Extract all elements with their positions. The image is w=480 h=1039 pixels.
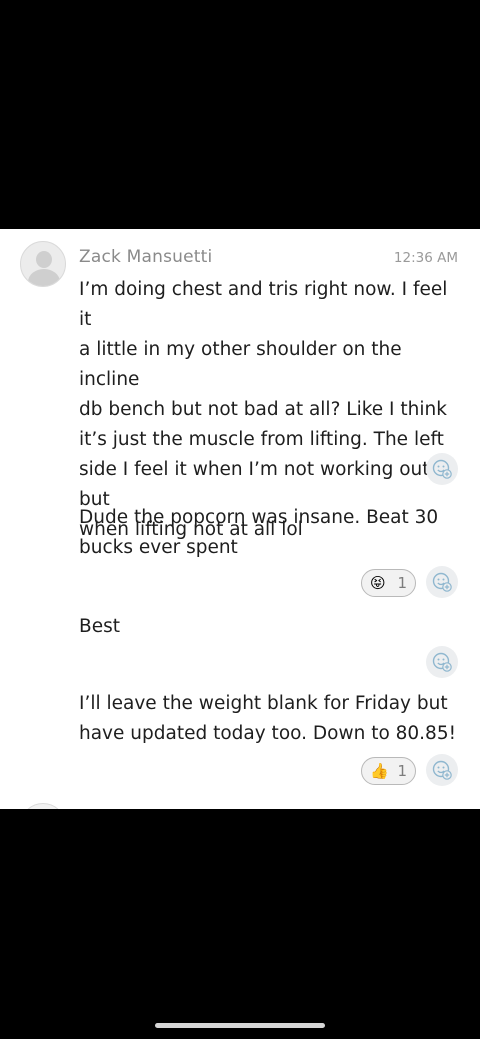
avatar-body-shape [28,269,60,286]
add-reaction-icon [432,760,452,780]
add-reaction-icon [432,652,452,672]
sender-name[interactable]: Zack Mansuetti [79,247,212,267]
add-reaction-icon [432,572,452,592]
thumbs-up-emoji: 👍 [370,761,389,780]
add-reaction-icon [432,459,452,479]
add-reaction-button[interactable] [426,754,458,786]
next-sender-avatar[interactable] [20,803,66,809]
add-reaction-button[interactable] [426,453,458,485]
reaction-count: 1 [397,762,407,780]
reaction-count: 1 [397,574,407,592]
home-indicator[interactable] [155,1023,325,1028]
message-text[interactable]: Dude the popcorn was insane. Beat 30 buc… [79,503,464,563]
add-reaction-button[interactable] [426,646,458,678]
phone-screen: Zack Mansuetti 12:36 AM I’m doing chest … [0,0,480,1039]
avatar-head-shape [36,251,52,268]
add-reaction-button[interactable] [426,566,458,598]
message-timestamp: 12:36 AM [393,250,458,266]
message-text[interactable]: I’ll leave the weight blank for Friday b… [79,689,464,749]
message-thread-panel: Zack Mansuetti 12:36 AM I’m doing chest … [0,229,480,809]
squinting-tongue-emoji: 😝 [370,573,386,592]
reaction-pill[interactable]: 😝 1 [361,569,416,597]
reaction-pill[interactable]: 👍 1 [361,757,416,785]
sender-avatar[interactable] [20,241,66,287]
message-text[interactable]: Best [79,612,464,642]
